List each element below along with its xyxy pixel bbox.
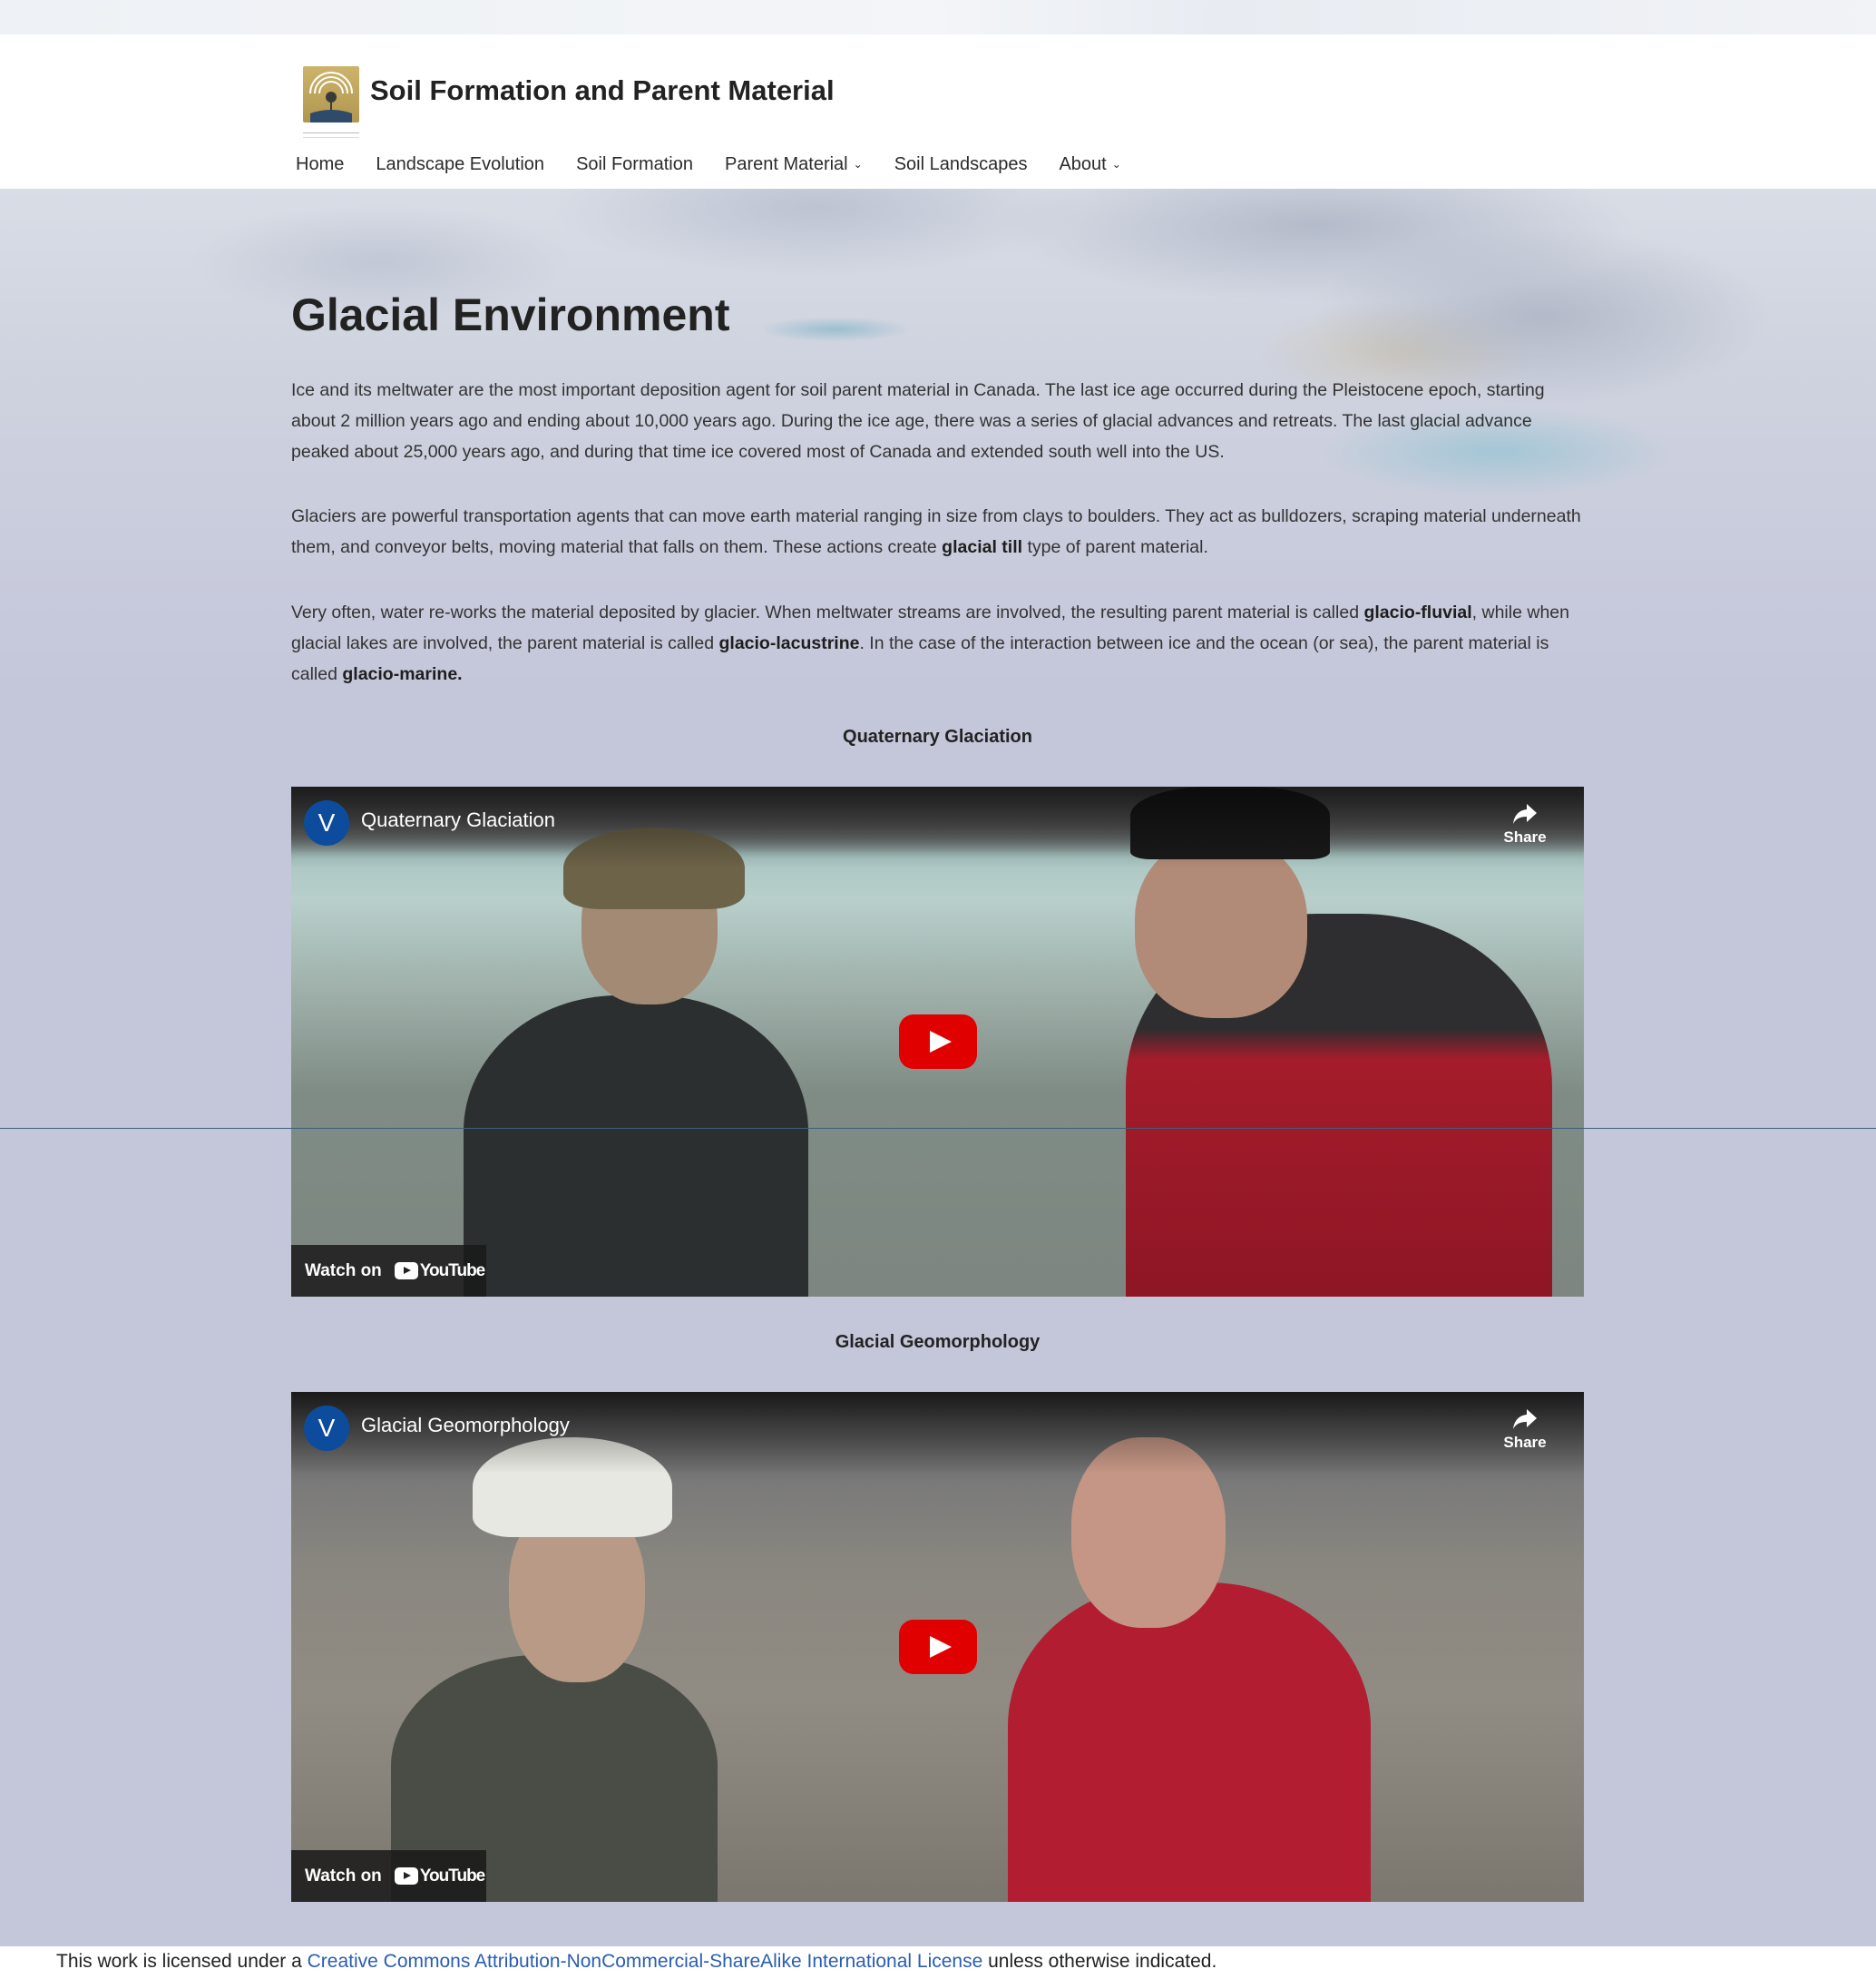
- chevron-down-icon: ⌄: [853, 157, 863, 171]
- share-arrow-icon: [1513, 804, 1537, 824]
- text-run: unless otherwise indicated.: [982, 1951, 1217, 1972]
- license-footer: This work is licensed under a Creative C…: [0, 1946, 1876, 1979]
- youtube-logo: YouTube: [394, 1866, 485, 1886]
- nav-item-label: Home: [296, 154, 345, 174]
- text-run: type of parent material.: [1022, 537, 1208, 557]
- paragraph-glaciers: Glaciers are powerful transportation age…: [291, 501, 1584, 563]
- video-player-glacial-geomorphology[interactable]: V Glacial Geomorphology Share Watch on Y…: [291, 1392, 1584, 1902]
- chevron-down-icon: ⌄: [1111, 157, 1121, 171]
- paragraph-water-reworks: Very often, water re-works the material …: [291, 597, 1584, 690]
- watch-on-youtube-button[interactable]: Watch on YouTube: [291, 1245, 486, 1297]
- horizontal-divider-line: [0, 1128, 1876, 1129]
- share-label: Share: [1503, 1434, 1547, 1451]
- nav-item-label: About: [1059, 154, 1107, 174]
- video-heading: Quaternary Glaciation: [843, 727, 1032, 747]
- nav-item-label: Parent Material: [725, 154, 848, 174]
- text-run: Very often, water re-works the material …: [291, 603, 1364, 622]
- text-run: This work is licensed under a: [56, 1951, 308, 1972]
- nav-item-landscape-evolution[interactable]: Landscape Evolution: [376, 154, 544, 175]
- site-title[interactable]: Soil Formation and Parent Material: [370, 74, 835, 107]
- top-decorative-strip: [0, 0, 1876, 34]
- nav-item-about[interactable]: About ⌄: [1059, 154, 1120, 175]
- youtube-play-icon: [394, 1262, 418, 1279]
- thumbnail-person: [464, 995, 808, 1297]
- term-glacio-fluvial: glacio-fluvial: [1363, 603, 1472, 622]
- logo-emblem-icon: [309, 72, 353, 122]
- share-button[interactable]: Share: [1498, 1406, 1552, 1452]
- site-header: Soil Formation and Parent Material Home …: [0, 34, 1876, 189]
- nav-item-soil-landscapes[interactable]: Soil Landscapes: [894, 154, 1028, 175]
- page-title: Glacial Environment: [291, 289, 730, 340]
- youtube-play-icon: [394, 1867, 418, 1885]
- video-heading: Glacial Geomorphology: [835, 1332, 1041, 1352]
- site-logo[interactable]: [303, 66, 359, 122]
- logo-caption-line: [303, 132, 359, 138]
- video-title[interactable]: Glacial Geomorphology: [361, 1414, 570, 1437]
- play-button[interactable]: [899, 1014, 977, 1069]
- share-arrow-icon: [1513, 1409, 1537, 1429]
- video-title[interactable]: Quaternary Glaciation: [361, 808, 555, 832]
- channel-avatar[interactable]: V: [304, 800, 349, 846]
- paragraph-ice-age: Ice and its meltwater are the most impor…: [291, 380, 1545, 462]
- license-link[interactable]: Creative Commons Attribution-NonCommerci…: [308, 1951, 983, 1972]
- video-player-quaternary-glaciation[interactable]: V Quaternary Glaciation Share Watch on Y…: [291, 787, 1584, 1297]
- nav-item-label: Soil Landscapes: [894, 154, 1028, 174]
- nav-item-home[interactable]: Home: [296, 154, 344, 175]
- channel-avatar[interactable]: V: [304, 1406, 349, 1451]
- text-run: Glaciers are powerful transportation age…: [291, 506, 1581, 557]
- nav-item-label: Soil Formation: [576, 154, 693, 174]
- term-glacio-lacustrine: glacio-lacustrine: [718, 633, 860, 653]
- term-glacio-marine: glacio-marine.: [342, 664, 463, 684]
- youtube-wordmark: YouTube: [419, 1866, 485, 1886]
- share-button[interactable]: Share: [1498, 801, 1552, 847]
- nav-item-label: Landscape Evolution: [376, 154, 545, 174]
- nav-item-soil-formation[interactable]: Soil Formation: [576, 154, 693, 175]
- watch-on-label: Watch on: [305, 1866, 382, 1886]
- youtube-wordmark: YouTube: [419, 1260, 485, 1280]
- nav-item-parent-material[interactable]: Parent Material ⌄: [725, 154, 863, 175]
- license-text: This work is licensed under a Creative C…: [56, 1951, 1216, 1973]
- term-glacial-till: glacial till: [942, 537, 1023, 557]
- watch-on-youtube-button[interactable]: Watch on YouTube: [291, 1850, 486, 1902]
- watch-on-label: Watch on: [305, 1260, 382, 1280]
- thumbnail-person: [1008, 1582, 1371, 1902]
- share-label: Share: [1503, 828, 1547, 846]
- youtube-logo: YouTube: [394, 1260, 485, 1281]
- play-button[interactable]: [899, 1620, 977, 1674]
- main-navigation: Home Landscape Evolution Soil Formation …: [296, 154, 1153, 175]
